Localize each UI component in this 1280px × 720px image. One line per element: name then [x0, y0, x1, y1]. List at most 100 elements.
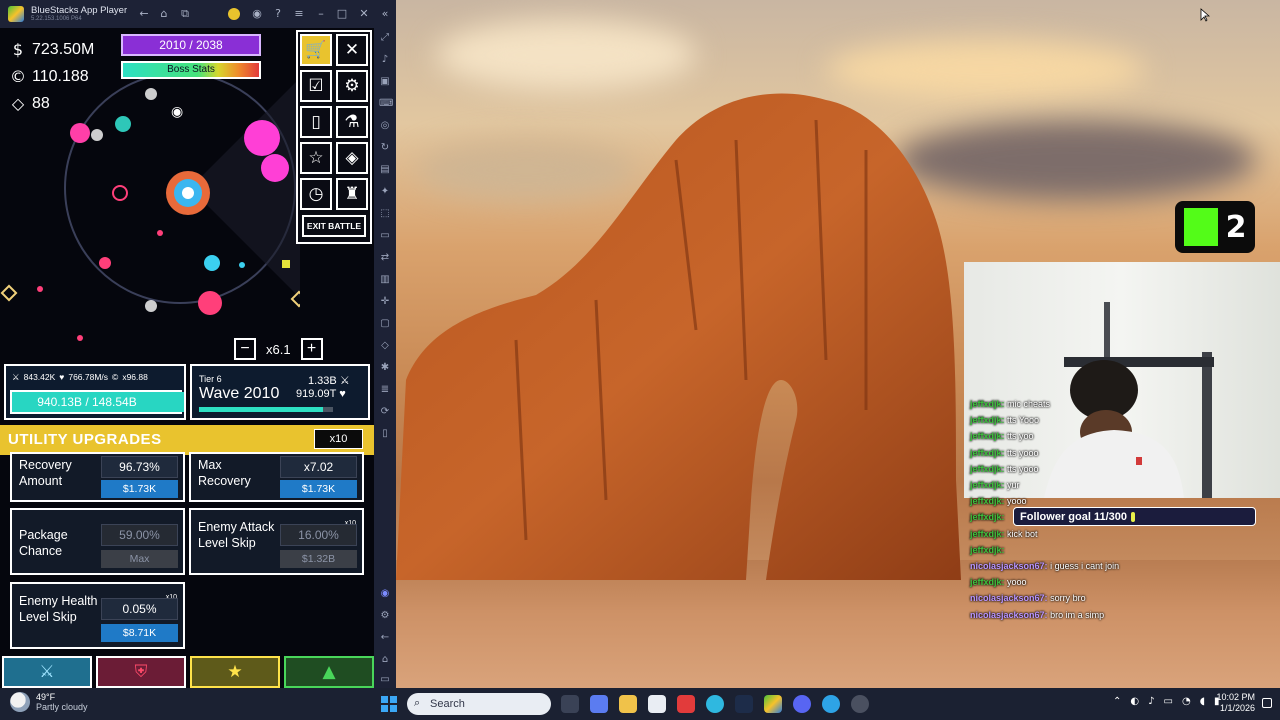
chrome-icon[interactable]	[706, 695, 724, 713]
settings-gear-icon[interactable]: ⚙	[336, 70, 368, 102]
speed-decrease-button[interactable]: −	[234, 338, 256, 360]
enemy-attack: 1.33B ⚔	[308, 374, 350, 387]
game-viewport[interactable]: $723.50M © 110.188 ◇ 88 2010 / 2038 Boss S…	[0, 28, 374, 688]
shake-icon[interactable]: ▢	[379, 318, 391, 330]
exit-battle-button[interactable]: EXIT BATTLE	[302, 215, 366, 237]
screen-icon[interactable]: ▣	[379, 76, 391, 88]
cards-icon[interactable]: ▯	[300, 106, 332, 138]
window-title: BlueStacks App Player	[31, 5, 128, 16]
upgrade-cost-button[interactable]: $1.73K	[280, 480, 357, 498]
android-back-icon[interactable]: ←	[379, 632, 391, 644]
keyboard-icon[interactable]: ⌨	[379, 98, 393, 110]
bluestacks-window: BlueStacks App Player 5.22.153.1006 P64 …	[0, 0, 396, 688]
gamepad-icon[interactable]: ✦	[379, 186, 391, 198]
macro-icon[interactable]: ▤	[379, 164, 391, 176]
microsoft-store-icon[interactable]	[648, 695, 666, 713]
task-view-icon[interactable]	[561, 695, 579, 713]
chat-message: jeffxdjk: tts yoo	[970, 428, 1270, 444]
upgrade-value: 0.05%	[101, 598, 178, 620]
stats-clock-icon[interactable]: ◷	[300, 178, 332, 210]
microphone-icon[interactable]: ♪	[1148, 696, 1154, 707]
layers-icon[interactable]: ≣	[379, 384, 391, 396]
settings-icon[interactable]: ⚙	[379, 610, 391, 622]
speed-increase-button[interactable]: +	[300, 338, 323, 360]
upgrade-cost-button[interactable]: $8.71K	[101, 624, 178, 642]
shop-cart-icon[interactable]: 🛒	[300, 34, 332, 66]
record-icon[interactable]: ◎	[379, 120, 391, 132]
bluestacks-coin-icon[interactable]	[228, 8, 240, 20]
chat-username: jeffxdjk:	[970, 399, 1005, 409]
ultimate-upgrades-tab[interactable]: ▲	[284, 656, 374, 688]
menu-icon[interactable]: ≡	[291, 6, 307, 22]
folder-icon[interactable]: ▭	[379, 230, 391, 242]
copilot-icon[interactable]	[590, 695, 608, 713]
upgrade-enemy-health-skip[interactable]: Enemy Health Level Skip x10 0.05% $8.71K	[10, 582, 185, 649]
clock[interactable]: 10:02 PM 1/1/2026	[1216, 692, 1255, 714]
upgrade-recovery-amount[interactable]: Recovery Amount 96.73% $1.73K	[10, 452, 185, 502]
volume-icon[interactable]: ♪	[379, 54, 391, 66]
fullscreen-icon[interactable]: ⤢	[379, 32, 391, 44]
upgrade-package-chance[interactable]: Package Chance 59.00% Max	[10, 508, 185, 575]
module-diamond-icon[interactable]: ◈	[336, 142, 368, 174]
attack-upgrades-tab[interactable]: ⚔	[2, 656, 92, 688]
resource-stats: $723.50M © 110.188 ◇ 88	[10, 36, 94, 117]
utility-upgrades-tab[interactable]: ★	[190, 656, 280, 688]
collapse-sidebar-icon[interactable]: «	[377, 6, 393, 22]
back-icon[interactable]: ←	[136, 6, 152, 22]
eco-icon[interactable]: ◇	[379, 340, 391, 352]
home-icon[interactable]: ⌂	[156, 6, 172, 22]
file-explorer-icon[interactable]	[619, 695, 637, 713]
rotate-icon[interactable]: ↻	[379, 142, 391, 154]
weather-widget[interactable]: 49°F Partly cloudy	[10, 692, 88, 712]
chat-text: kick bot	[1007, 528, 1038, 539]
tray-chevron-icon[interactable]: ⌃	[1113, 696, 1121, 707]
close-menu-icon[interactable]: ✕	[336, 34, 368, 66]
android-recents-icon[interactable]: ▭	[379, 674, 391, 686]
discord-taskbar-icon[interactable]	[793, 695, 811, 713]
star-icon[interactable]: ☆	[300, 142, 332, 174]
gems-value: 88	[32, 94, 50, 112]
tower-icon[interactable]: ♜	[336, 178, 368, 210]
speaker-icon[interactable]: ◖	[1200, 696, 1205, 707]
edge-icon[interactable]	[822, 695, 840, 713]
eye-icon[interactable]: ◉	[171, 104, 183, 120]
multi-instance-icon[interactable]: ⧉	[177, 6, 193, 22]
notifications-icon[interactable]	[1262, 698, 1272, 708]
upgrade-enemy-attack-skip[interactable]: Enemy Attack Level Skip x10 16.00% $1.32…	[189, 508, 364, 575]
sword-icon: ⚔	[339, 375, 350, 387]
discord-icon[interactable]: ◉	[379, 588, 391, 600]
expand-icon[interactable]: ▯	[379, 428, 391, 440]
location-icon[interactable]: ✛	[379, 296, 391, 308]
tray-monitor-icon[interactable]: ▭	[1164, 696, 1173, 707]
apk-icon[interactable]: ▥	[379, 274, 391, 286]
defense-upgrades-tab[interactable]: ⛨	[96, 656, 186, 688]
close-icon[interactable]: ✕	[356, 6, 372, 22]
minimize-icon[interactable]: –	[313, 6, 329, 22]
upgrade-cost-button[interactable]: $1.73K	[101, 480, 178, 498]
settings-small-icon[interactable]: ✱	[379, 362, 391, 374]
maximize-icon[interactable]: □	[334, 6, 350, 22]
android-home-icon[interactable]: ⌂	[379, 654, 391, 666]
upgrade-max-recovery[interactable]: Max Recovery x7.02 $1.73K	[189, 452, 364, 502]
sync-icon[interactable]: ⇄	[379, 252, 391, 264]
steam-icon[interactable]	[735, 695, 753, 713]
upgrade-cost-button[interactable]: $1.32B	[280, 550, 357, 568]
refresh-icon[interactable]: ⟳	[379, 406, 391, 418]
enemy-attack-value: 1.33B	[308, 375, 337, 387]
windows-start-icon[interactable]	[381, 696, 397, 712]
tray-app-icon[interactable]: ◐	[1130, 696, 1139, 707]
chat-text: mic cheats	[1007, 399, 1051, 409]
missions-check-icon[interactable]: ☑	[300, 70, 332, 102]
help-icon[interactable]: ?	[270, 6, 286, 22]
account-icon[interactable]: ◉	[249, 6, 265, 22]
upgrade-cost-button[interactable]: Max	[101, 550, 178, 568]
bluestacks-taskbar-icon[interactable]	[764, 695, 782, 713]
lab-flask-icon[interactable]: ⚗	[336, 106, 368, 138]
taskbar-search[interactable]: ⌕ Search	[407, 693, 551, 715]
screenshot-icon[interactable]: ⬚	[379, 208, 391, 220]
app-red-icon[interactable]	[677, 695, 695, 713]
app-gear-icon[interactable]	[851, 695, 869, 713]
wifi-icon[interactable]: ◔	[1182, 696, 1191, 707]
upgrade-multiplier-button[interactable]: x10	[314, 429, 363, 449]
boss-stats-button[interactable]: Boss Stats	[121, 61, 261, 79]
